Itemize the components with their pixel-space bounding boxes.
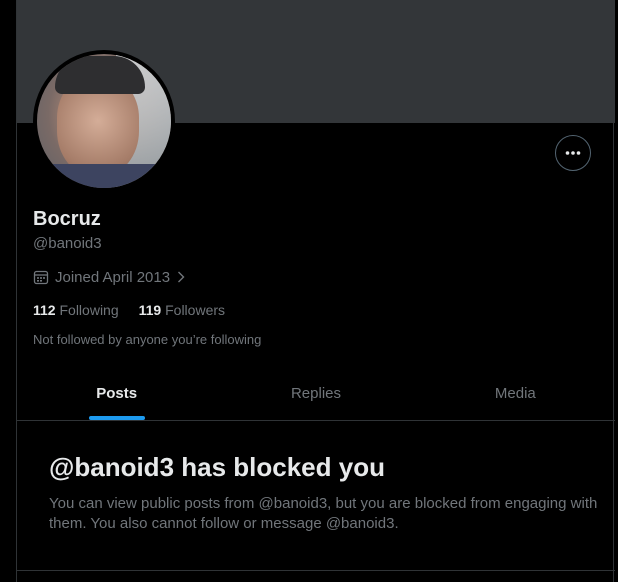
- avatar-shirt: [37, 164, 171, 188]
- tab-posts-label: Posts: [96, 384, 138, 402]
- profile-handle: @banoid3: [33, 235, 102, 252]
- tab-media[interactable]: Media: [416, 366, 615, 420]
- blocked-message: You can view public posts from @banoid3,…: [49, 495, 598, 532]
- more-horizontal-icon: [565, 151, 581, 155]
- avatar-ring: [33, 50, 175, 192]
- profile-name: Bocruz: [33, 208, 101, 230]
- blocked-title: @banoid3 has blocked you: [49, 452, 385, 482]
- not-followed-note: Not followed by anyone you’re following: [33, 332, 262, 347]
- tab-replies-label: Replies: [290, 384, 341, 402]
- profile-column: Bocruz @banoid3 Joined April 2013 112 Fo…: [16, 0, 615, 582]
- following-count: 112: [33, 302, 56, 318]
- following-label: Following: [59, 302, 119, 318]
- following-link[interactable]: 112 Following: [33, 302, 119, 318]
- tab-media-label: Media: [494, 384, 536, 402]
- calendar-icon: [33, 270, 49, 285]
- more-options-button[interactable]: [555, 135, 591, 171]
- followers-link[interactable]: 119 Followers: [139, 302, 225, 318]
- active-tab-indicator: [88, 416, 145, 420]
- follow-stats: 112 Following 119 Followers: [33, 302, 225, 318]
- followers-label: Followers: [165, 302, 226, 318]
- tab-posts[interactable]: Posts: [17, 366, 216, 420]
- tab-replies[interactable]: Replies: [216, 366, 415, 420]
- joined-date[interactable]: Joined April 2013: [33, 268, 186, 286]
- divider: [17, 570, 615, 571]
- profile-tabs: Posts Replies Media: [17, 366, 615, 421]
- followers-count: 119: [138, 302, 162, 318]
- chevron-right-icon: [178, 271, 185, 283]
- avatar-hat: [55, 56, 145, 94]
- joined-label: Joined April 2013: [55, 268, 171, 286]
- avatar[interactable]: [37, 54, 171, 188]
